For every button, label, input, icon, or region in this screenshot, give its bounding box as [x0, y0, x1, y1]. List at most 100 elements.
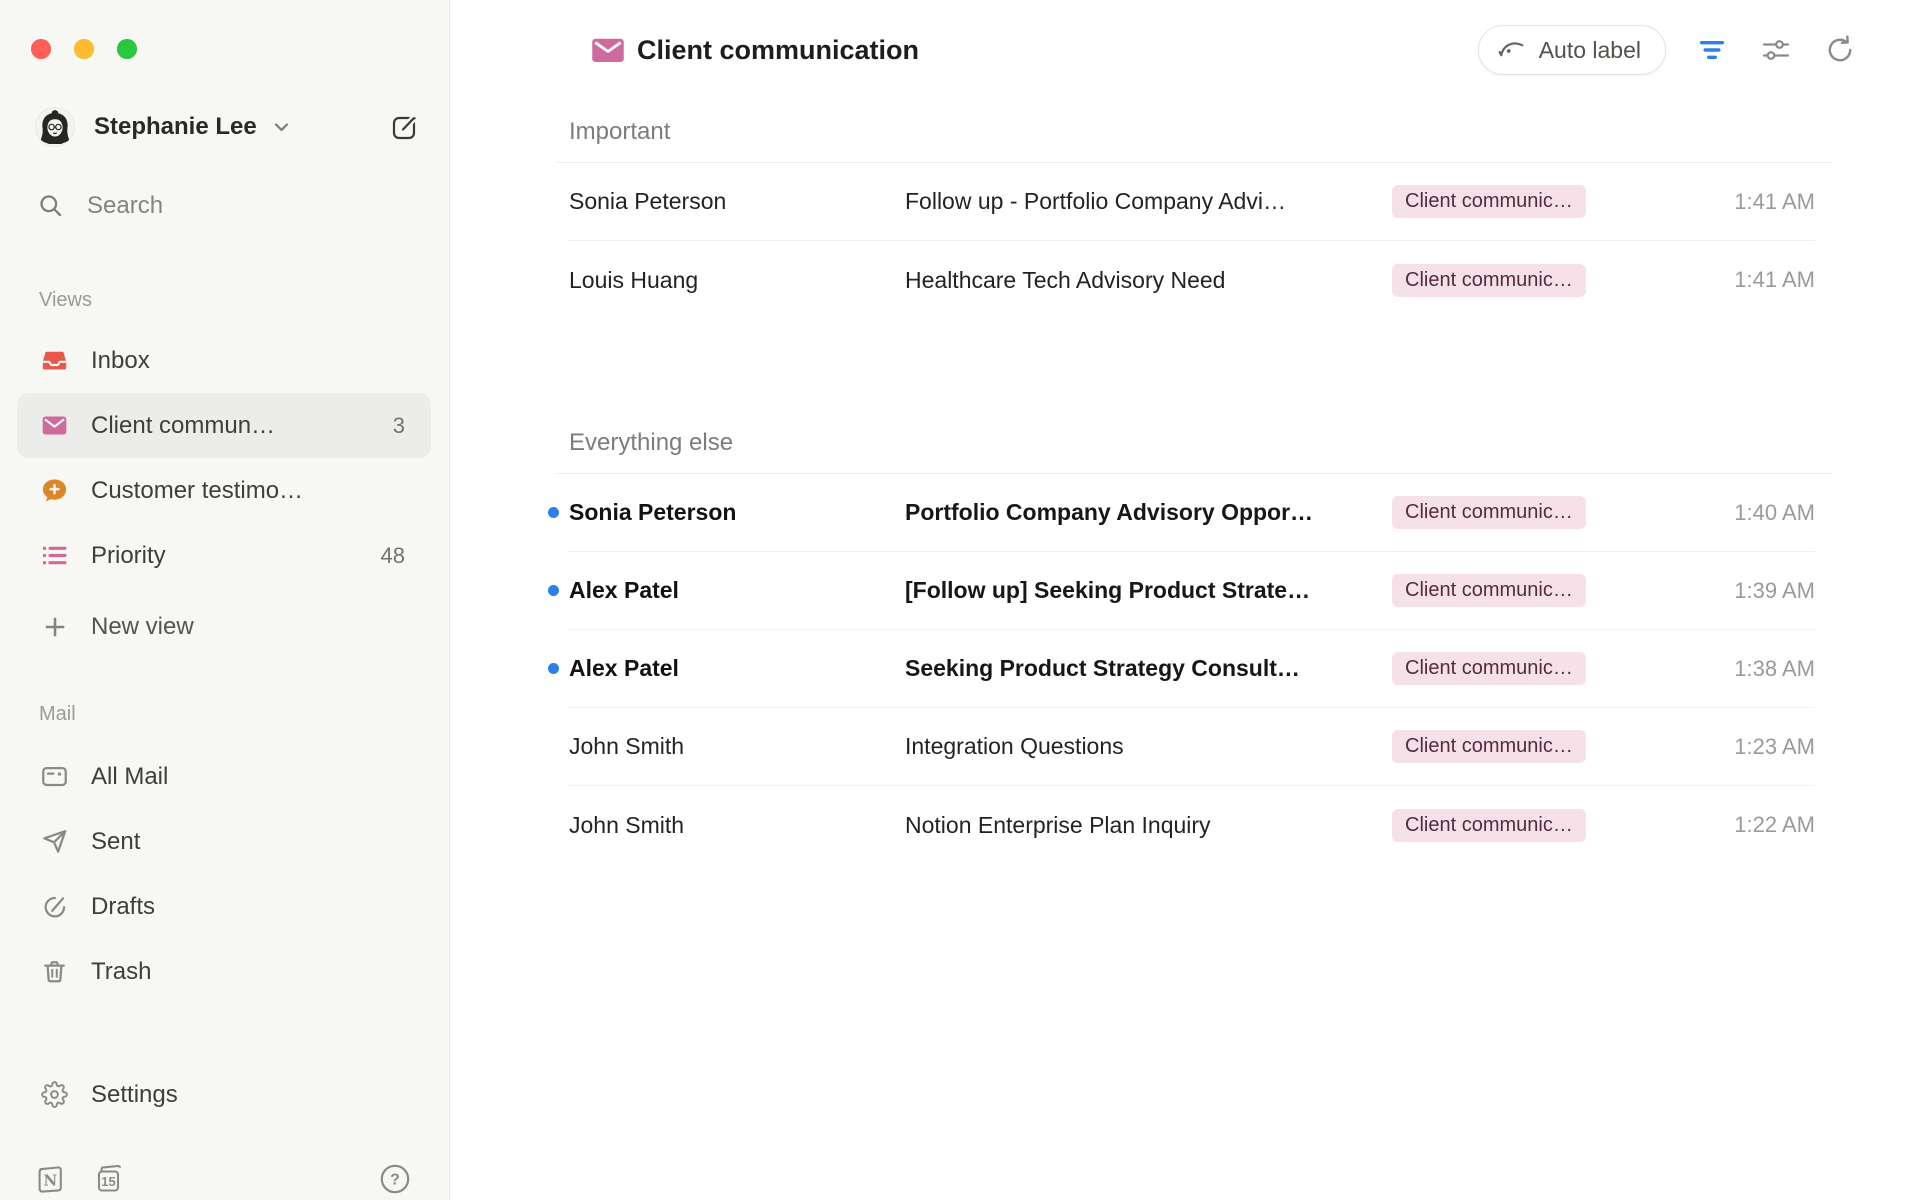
sidebar: Stephanie Lee Search Views: [0, 0, 450, 1200]
draft-pencil-icon: [41, 893, 68, 920]
sidebar-item-label: Inbox: [91, 347, 405, 375]
email-row[interactable]: Sonia Peterson Follow up - Portfolio Com…: [568, 163, 1815, 241]
sidebar-item-drafts[interactable]: Drafts: [17, 874, 431, 939]
priority-list-icon: [41, 542, 68, 569]
sidebar-item-all-mail[interactable]: All Mail: [17, 744, 431, 809]
sidebar-item-label: Priority: [91, 542, 369, 570]
sidebar-item-settings[interactable]: Settings: [17, 1062, 431, 1127]
email-sender: John Smith: [568, 733, 905, 760]
window-controls: [31, 39, 137, 59]
sidebar-item-label: Customer testimo…: [91, 477, 405, 505]
email-list: Important Sonia Peterson Follow up - Por…: [556, 115, 1832, 864]
sidebar-item-priority[interactable]: Priority 48: [17, 523, 431, 588]
svg-text:?: ?: [390, 1172, 400, 1189]
sidebar-item-label: All Mail: [91, 763, 405, 791]
help-icon[interactable]: ?: [379, 1163, 411, 1195]
mail-items: All Mail Sent Drafts: [0, 744, 449, 1004]
sidebar-item-trash[interactable]: Trash: [17, 939, 431, 1004]
email-subject: Portfolio Company Advisory Oppor…: [905, 499, 1392, 526]
filter-button[interactable]: [1694, 32, 1730, 68]
calendar-icon[interactable]: 15: [92, 1163, 124, 1195]
sidebar-item-label: Client commun…: [91, 412, 381, 440]
email-sender: Sonia Peterson: [568, 499, 905, 526]
unread-dot: [548, 507, 559, 518]
auto-label-text: Auto label: [1539, 37, 1641, 64]
sidebar-footer: N 15 ?: [34, 1161, 411, 1197]
views-section-label: Views: [0, 288, 449, 312]
email-row[interactable]: Louis Huang Healthcare Tech Advisory Nee…: [568, 241, 1815, 319]
window-close-button[interactable]: [31, 39, 51, 59]
email-subject: Seeking Product Strategy Consult…: [905, 655, 1392, 682]
account-name: Stephanie Lee: [94, 113, 257, 141]
sidebar-item-label: Drafts: [91, 893, 405, 921]
inbox-icon: [41, 347, 68, 374]
email-label-badge: Client communic…: [1392, 574, 1586, 607]
account-switcher[interactable]: Stephanie Lee: [36, 105, 423, 149]
paper-plane-icon: [41, 828, 68, 855]
gear-icon: [41, 1081, 68, 1108]
sidebar-nav: Views Inbox Client commu: [0, 288, 449, 1127]
email-label-badge: Client communic…: [1392, 185, 1586, 218]
sidebar-item-new-view[interactable]: New view: [17, 594, 431, 659]
notion-logo-icon[interactable]: N: [34, 1163, 66, 1195]
trash-icon: [41, 958, 68, 985]
email-row[interactable]: Sonia Peterson Portfolio Company Advisor…: [568, 474, 1815, 552]
sidebar-item-sent[interactable]: Sent: [17, 809, 431, 874]
email-time: 1:23 AM: [1642, 734, 1815, 760]
email-time: 1:22 AM: [1642, 812, 1815, 838]
email-time: 1:39 AM: [1642, 578, 1815, 604]
email-section-important: Important Sonia Peterson Follow up - Por…: [556, 115, 1832, 319]
all-mail-icon: [41, 763, 68, 790]
email-subject: Integration Questions: [905, 733, 1392, 760]
plus-icon: [41, 613, 68, 640]
search-input[interactable]: Search: [38, 186, 163, 226]
sidebar-item-inbox[interactable]: Inbox: [17, 328, 431, 393]
email-time: 1:38 AM: [1642, 656, 1815, 682]
window-minimize-button[interactable]: [74, 39, 94, 59]
svg-text:15: 15: [101, 1174, 115, 1189]
sidebar-item-label: Settings: [91, 1081, 405, 1109]
auto-label-button[interactable]: Auto label: [1478, 25, 1666, 75]
email-label-badge: Client communic…: [1392, 264, 1586, 297]
chat-plus-icon: [41, 477, 68, 504]
email-time: 1:40 AM: [1642, 500, 1815, 526]
email-subject: Follow up - Portfolio Company Advi…: [905, 188, 1392, 215]
email-label-badge: Client communic…: [1392, 809, 1586, 842]
section-title: Important: [556, 115, 1832, 149]
email-sender: Alex Patel: [568, 655, 905, 682]
email-subject: Notion Enterprise Plan Inquiry: [905, 812, 1392, 839]
header-controls: Auto label: [1478, 25, 1858, 75]
window-zoom-button[interactable]: [117, 39, 137, 59]
sidebar-item-client-communication[interactable]: Client commun… 3: [17, 393, 431, 458]
auto-label-wand-icon: [1497, 35, 1527, 65]
email-row[interactable]: Alex Patel Seeking Product Strategy Cons…: [568, 630, 1815, 708]
email-section-everything-else: Everything else Sonia Peterson Portfolio…: [556, 426, 1832, 864]
email-sender: Sonia Peterson: [568, 188, 905, 215]
unread-dot: [548, 663, 559, 674]
mail-section-label: Mail: [0, 702, 449, 726]
search-placeholder: Search: [87, 192, 163, 220]
view-header: Client communication Auto label: [450, 0, 1920, 100]
email-row[interactable]: Alex Patel [Follow up] Seeking Product S…: [568, 552, 1815, 630]
main-panel: Client communication Auto label: [450, 0, 1920, 1200]
unread-dot: [548, 585, 559, 596]
email-label-badge: Client communic…: [1392, 652, 1586, 685]
mail-label-icon: [590, 32, 626, 68]
email-subject: Healthcare Tech Advisory Need: [905, 267, 1392, 294]
email-label-badge: Client communic…: [1392, 730, 1586, 763]
chevron-down-icon: [273, 121, 290, 133]
count-badge: 48: [381, 543, 405, 569]
unread-count-badge: 3: [393, 413, 405, 439]
email-time: 1:41 AM: [1642, 189, 1815, 215]
sidebar-item-customer-testimonials[interactable]: Customer testimo…: [17, 458, 431, 523]
compose-button[interactable]: [389, 110, 423, 144]
email-row[interactable]: John Smith Integration Questions Client …: [568, 708, 1815, 786]
page-title: Client communication: [637, 35, 919, 66]
email-row[interactable]: John Smith Notion Enterprise Plan Inquir…: [568, 786, 1815, 864]
refresh-button[interactable]: [1822, 32, 1858, 68]
sidebar-item-label: New view: [91, 613, 405, 641]
email-sender: Alex Patel: [568, 577, 905, 604]
svg-text:N: N: [44, 1172, 58, 1190]
display-settings-button[interactable]: [1758, 32, 1794, 68]
mail-label-icon: [41, 412, 68, 439]
